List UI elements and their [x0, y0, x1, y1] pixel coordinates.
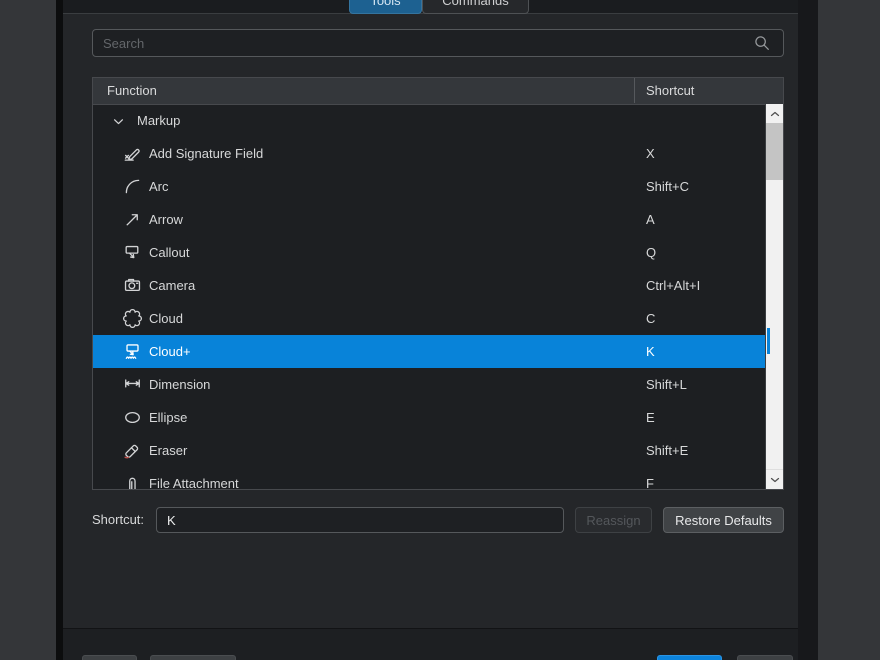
list-item-arrow[interactable]: Arrow A [93, 203, 765, 236]
screen: Tools Commands Function Shortcut Markup [0, 0, 880, 660]
tab-tools-label: Tools [370, 0, 400, 8]
ellipse-icon [123, 408, 142, 427]
scrollbar-thumb[interactable] [766, 123, 783, 180]
signature-icon [123, 144, 142, 163]
shortcuts-list: Markup Add Signature Field X Arc Shift+C [93, 104, 783, 489]
shortcut-value: Q [646, 236, 656, 269]
scrollbar[interactable] [765, 104, 783, 489]
restore-defaults-button[interactable]: Restore Defaults [663, 507, 784, 533]
column-header-function[interactable]: Function [107, 78, 157, 103]
column-divider[interactable] [634, 78, 635, 103]
list-item-arc[interactable]: Arc Shift+C [93, 170, 765, 203]
function-label: Callout [149, 236, 189, 269]
shortcut-value: F [646, 467, 654, 489]
group-row-markup[interactable]: Markup [93, 104, 765, 137]
scrollbar-selection-marker [767, 328, 770, 354]
function-label: Arc [149, 170, 169, 203]
shortcut-editor-input[interactable] [156, 507, 564, 533]
window-right-edge [798, 0, 818, 660]
tab-commands-label: Commands [442, 0, 508, 8]
function-label: Add Signature Field [149, 137, 263, 170]
scrollbar-up-button[interactable] [766, 104, 783, 124]
cloud-plus-icon [123, 342, 142, 361]
file-attachment-icon [123, 474, 142, 489]
group-label: Markup [137, 104, 180, 137]
shortcut-value: Ctrl+Alt+I [646, 269, 700, 302]
table-header: Function Shortcut [93, 78, 783, 105]
function-label: File Attachment [149, 467, 239, 489]
callout-icon [123, 243, 142, 262]
list-item-file-attachment[interactable]: File Attachment F [93, 467, 765, 489]
function-label: Arrow [149, 203, 183, 236]
arc-icon [123, 177, 142, 196]
arrow-icon [123, 210, 142, 229]
tab-commands[interactable]: Commands [422, 0, 529, 14]
list-item-add-signature-field[interactable]: Add Signature Field X [93, 137, 765, 170]
cloud-icon [123, 309, 142, 328]
shortcut-value: A [646, 203, 655, 236]
shortcut-value: C [646, 302, 655, 335]
shortcut-editor-label: Shortcut: [92, 507, 144, 533]
shortcut-value: Shift+C [646, 170, 689, 203]
list-item-eraser[interactable]: Eraser Shift+E [93, 434, 765, 467]
restore-defaults-button-label: Restore Defaults [675, 513, 772, 528]
list-item-dimension[interactable]: Dimension Shift+L [93, 368, 765, 401]
function-label: Cloud [149, 302, 183, 335]
shortcut-value: Shift+E [646, 434, 688, 467]
column-header-shortcut[interactable]: Shortcut [646, 78, 694, 103]
footer-button-2[interactable] [150, 655, 236, 660]
dimension-icon [123, 375, 142, 394]
shortcuts-table: Function Shortcut Markup Add Signature F… [92, 77, 784, 490]
dialog-footer [63, 628, 798, 660]
shortcut-value: Shift+L [646, 368, 687, 401]
list-item-cloud[interactable]: Cloud C [93, 302, 765, 335]
window-left-edge [56, 0, 63, 660]
list-item-cloud-plus[interactable]: Cloud+ K [93, 335, 765, 368]
function-label: Ellipse [149, 401, 187, 434]
footer-primary-button[interactable] [657, 655, 722, 660]
function-label: Dimension [149, 368, 210, 401]
footer-button-4[interactable] [737, 655, 793, 660]
list-item-ellipse[interactable]: Ellipse E [93, 401, 765, 434]
footer-button-1[interactable] [82, 655, 137, 660]
magnifier-icon [753, 34, 771, 52]
chevron-down-icon[interactable] [113, 118, 124, 126]
function-label: Camera [149, 269, 195, 302]
search-input[interactable] [92, 29, 784, 57]
shortcut-value: K [646, 335, 655, 368]
shortcut-value: E [646, 401, 655, 434]
list-item-callout[interactable]: Callout Q [93, 236, 765, 269]
list-item-camera[interactable]: Camera Ctrl+Alt+I [93, 269, 765, 302]
reassign-button[interactable]: Reassign [575, 507, 652, 533]
scrollbar-down-button[interactable] [766, 469, 783, 489]
tab-tools[interactable]: Tools [349, 0, 422, 14]
camera-icon [123, 276, 142, 295]
function-label: Eraser [149, 434, 187, 467]
reassign-button-label: Reassign [586, 513, 640, 528]
function-label: Cloud+ [149, 335, 191, 368]
shortcut-value: X [646, 137, 655, 170]
eraser-icon [123, 441, 142, 460]
